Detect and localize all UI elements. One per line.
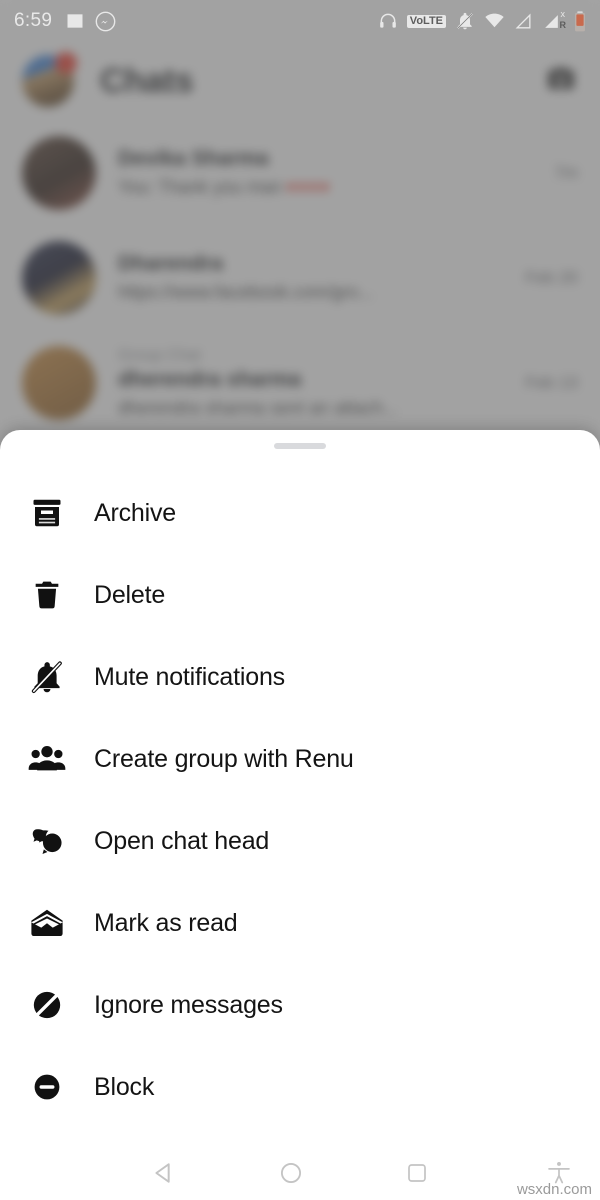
- chat-list: Devika Sharma You: Thank you man ♥♥♥♥ 7m…: [0, 120, 600, 435]
- volte-icon: VoLTE: [406, 14, 446, 28]
- menu-item-label: Mute notifications: [94, 662, 285, 691]
- menu-item-label: Mark as read: [94, 908, 238, 937]
- menu-item-label: Block: [94, 1072, 155, 1101]
- chats-header: Chats: [0, 45, 600, 117]
- nav-home-button[interactable]: [278, 1160, 304, 1186]
- menu-item-create-group[interactable]: Create group with Renu: [0, 718, 600, 800]
- bell-muted-icon: [24, 654, 70, 700]
- heart-emoji: ♥♥♥♥: [286, 177, 331, 197]
- profile-avatar-button[interactable]: [22, 52, 77, 107]
- camera-icon: [548, 67, 574, 89]
- android-nav-bar: [0, 1145, 600, 1200]
- messenger-icon: [95, 11, 116, 31]
- list-item[interactable]: Devika Sharma You: Thank you man ♥♥♥♥ 7m: [0, 120, 600, 225]
- status-icons: VoLTE x R: [378, 9, 586, 32]
- screenshot-icon: [67, 14, 83, 28]
- menu-item-mute-notifications[interactable]: Mute notifications: [0, 636, 600, 718]
- ignore-slash-icon: [24, 982, 70, 1028]
- page-title: Chats: [100, 61, 194, 100]
- trash-icon: [24, 572, 70, 618]
- nav-back-button[interactable]: [150, 1159, 178, 1187]
- menu-item-mark-as-read[interactable]: Mark as read: [0, 882, 600, 964]
- menu-item-label: Archive: [94, 498, 176, 527]
- people-group-icon: [24, 736, 70, 782]
- nav-recents-button[interactable]: [405, 1161, 429, 1185]
- menu-item-open-chat-head[interactable]: Open chat head: [0, 800, 600, 882]
- chat-timestamp: Feb 13: [525, 372, 578, 392]
- status-bar: 6:59 VoLTE x R: [0, 0, 600, 42]
- phone-screen: Chats Devika Sharma You: Thank you man ♥…: [0, 0, 600, 1200]
- watermark: wsxdn.com: [516, 1181, 592, 1198]
- back-triangle-icon: [155, 1162, 170, 1183]
- drag-handle[interactable]: [274, 443, 326, 449]
- list-item[interactable]: Dharendra https://www.facebook.com/gro..…: [0, 225, 600, 330]
- avatar: [22, 240, 96, 315]
- chat-name: Devika Sharma: [118, 147, 269, 170]
- bottom-sheet: Archive Delete Mute notifications Create…: [0, 430, 600, 1145]
- menu-item-archive[interactable]: Archive: [0, 472, 600, 554]
- chat-timestamp: Feb 20: [525, 267, 578, 287]
- envelope-open-icon: [24, 900, 70, 946]
- chat-preview: You: Thank you man: [118, 177, 283, 197]
- sheet-menu: Archive Delete Mute notifications Create…: [0, 472, 600, 1128]
- notifications-muted-icon: [456, 12, 474, 30]
- chat-timestamp: 7m: [554, 162, 578, 182]
- chat-name: Dharendra: [118, 252, 224, 275]
- menu-item-label: Open chat head: [94, 826, 270, 855]
- chat-group-label: Group Chat: [118, 346, 201, 364]
- battery-icon: [575, 10, 585, 31]
- home-circle-icon: [280, 1162, 302, 1183]
- chat-head-icon: [24, 818, 70, 864]
- recents-square-icon: [408, 1163, 426, 1182]
- block-minus-icon: [24, 1064, 70, 1110]
- menu-item-delete[interactable]: Delete: [0, 554, 600, 636]
- menu-item-ignore-messages[interactable]: Ignore messages: [0, 964, 600, 1046]
- camera-button[interactable]: [544, 64, 578, 99]
- status-time: 6:59: [14, 10, 53, 31]
- chat-preview: dherendra sharma sent an attach...: [118, 397, 399, 418]
- chat-preview: https://www.facebook.com/gro...: [118, 282, 374, 302]
- menu-item-label: Create group with Renu: [94, 744, 354, 773]
- menu-item-label: Ignore messages: [94, 990, 283, 1019]
- menu-item-label: Delete: [94, 580, 166, 609]
- signal-roaming-icon: x R: [542, 9, 566, 31]
- headphones-icon: [379, 13, 396, 28]
- wifi-icon: [485, 13, 504, 28]
- menu-item-block[interactable]: Block: [0, 1046, 600, 1128]
- archive-icon: [24, 490, 70, 536]
- avatar-notification-badge: [55, 52, 77, 74]
- signal-icon: [515, 13, 531, 29]
- avatar: [22, 345, 96, 420]
- list-item[interactable]: Group Chat dherendra sharma dherendra sh…: [0, 330, 600, 435]
- chat-name: dherendra sharma: [118, 367, 302, 391]
- avatar: [22, 135, 96, 210]
